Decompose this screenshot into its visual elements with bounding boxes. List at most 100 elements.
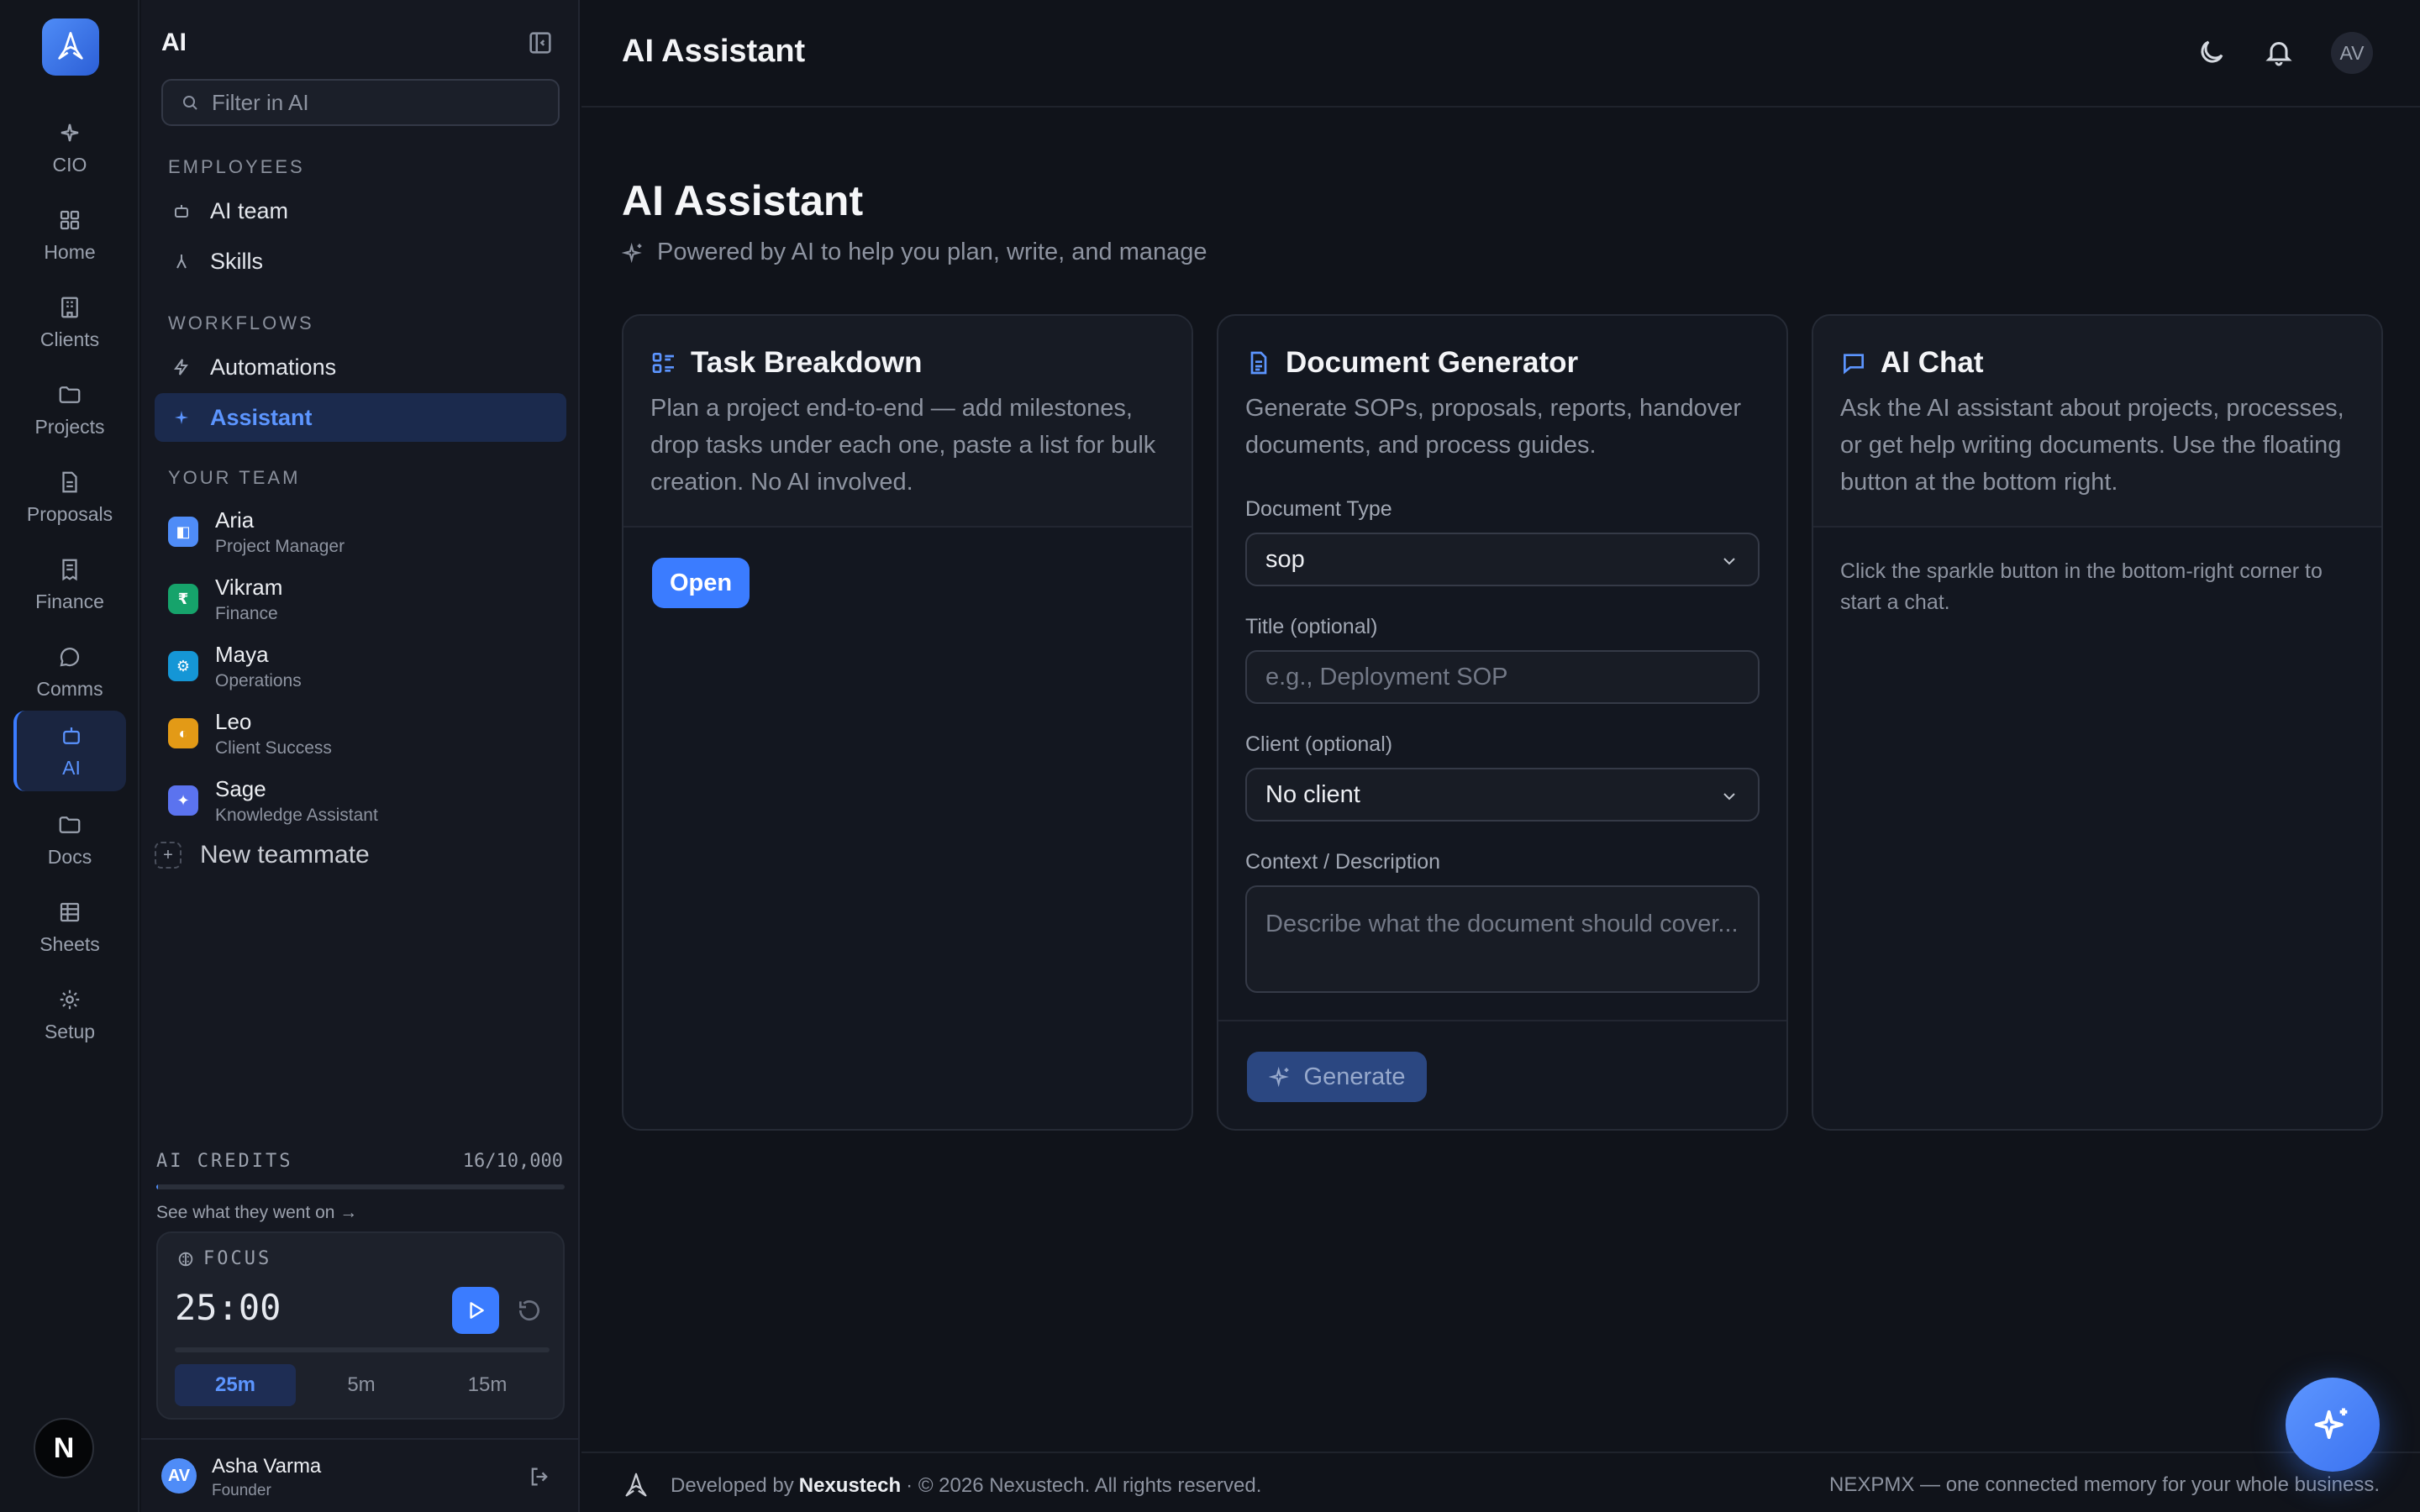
rail-item-docs[interactable]: Docs: [13, 800, 126, 880]
page-subtitle: Powered by AI to help you plan, write, a…: [622, 239, 1207, 266]
focus-label-text: FOCUS: [203, 1248, 272, 1269]
reset-icon[interactable]: [516, 1297, 543, 1324]
rail-item-ai[interactable]: AI: [13, 711, 126, 791]
table-icon: [60, 902, 80, 921]
generate-button[interactable]: Generate: [1247, 1052, 1427, 1102]
ai-chat-fab[interactable]: [2286, 1378, 2380, 1472]
rail-item-finance[interactable]: Finance: [13, 544, 126, 625]
teammate-role: Client Success: [215, 738, 332, 758]
filter-input[interactable]: [212, 89, 548, 116]
nav-label: Automations: [210, 354, 337, 380]
open-button[interactable]: Open: [652, 558, 750, 608]
rail-label: Setup: [44, 1020, 96, 1042]
top-avatar[interactable]: AV: [2331, 32, 2373, 74]
teammate-leo[interactable]: ◐ Leo Client Success: [168, 702, 563, 764]
card-divider: [1218, 1020, 1786, 1021]
filter-box[interactable]: [161, 79, 560, 126]
context-textarea[interactable]: Describe what the document should cover.…: [1245, 885, 1760, 993]
task-breakdown-card: Task Breakdown Plan a project end-to-end…: [622, 314, 1193, 1131]
teammate-name: Sage: [215, 775, 266, 801]
document-icon: [62, 471, 77, 492]
card-title: Document Generator: [1245, 346, 1578, 380]
chevron-down-icon: [1723, 793, 1735, 801]
rail-item-clients[interactable]: Clients: [13, 282, 126, 363]
credits-usage-link[interactable]: See what they went on →: [156, 1203, 357, 1223]
context-placeholder: Describe what the document should cover.…: [1265, 911, 1739, 937]
sparkles-icon: [2314, 1408, 2348, 1440]
rail-item-sheets[interactable]: Sheets: [13, 887, 126, 968]
rail-label: Clients: [39, 328, 100, 350]
ai-side-panel: AI EMPLOYEES AI team Skills WORKFLOWS Au…: [141, 0, 580, 1512]
rail-item-proposals[interactable]: Proposals: [13, 457, 126, 538]
card-title: AI Chat: [1840, 346, 1984, 380]
gear-icon: [60, 990, 80, 1009]
teammate-vikram[interactable]: ₹ Vikram Finance: [168, 568, 563, 630]
footer-tagline: NEXPMX — one connected memory for your w…: [1829, 1473, 2380, 1496]
footer-brand[interactable]: Nexustech: [799, 1474, 901, 1498]
teammate-avatar: ✦: [168, 785, 198, 816]
app-logo[interactable]: [42, 18, 99, 76]
teammate-sage[interactable]: ✦ Sage Knowledge Assistant: [168, 769, 563, 832]
building-icon: [61, 297, 78, 318]
brain-icon: [178, 1252, 193, 1266]
teammate-avatar: ◧: [168, 517, 198, 547]
search-icon: [183, 96, 197, 110]
rocket-logo-icon: [58, 32, 83, 60]
rail-label: Comms: [36, 677, 103, 700]
play-icon: [470, 1302, 484, 1319]
ai-credits-bar: [156, 1184, 565, 1189]
user-avatar[interactable]: AV: [161, 1458, 197, 1494]
focus-time: 25:00: [175, 1287, 281, 1328]
rail-label: Home: [44, 240, 96, 263]
document-type-value: sop: [1265, 545, 1305, 573]
preset-5m[interactable]: 5m: [301, 1364, 422, 1406]
collapse-sidebar-icon[interactable]: [526, 29, 555, 57]
client-value: No client: [1265, 780, 1360, 808]
focus-timer: FOCUS 25:00 25m 5m 15m: [156, 1231, 565, 1420]
client-label: Client (optional): [1245, 732, 1393, 756]
teammate-role: Project Manager: [215, 536, 345, 556]
bell-icon[interactable]: [2264, 37, 2294, 67]
document-type-select[interactable]: sop: [1245, 533, 1760, 586]
title-placeholder: e.g., Deployment SOP: [1265, 663, 1508, 690]
list-checks-icon: [652, 353, 674, 373]
teammate-maya[interactable]: ⚙ Maya Operations: [168, 635, 563, 697]
rail-label: Finance: [35, 590, 104, 612]
doc-card-description: Generate SOPs, proposals, reports, hando…: [1245, 395, 1741, 459]
sparkle-icon: [175, 411, 188, 424]
section-employees: EMPLOYEES: [168, 156, 305, 177]
sparkles-icon: [1268, 1066, 1289, 1088]
preset-15m[interactable]: 15m: [427, 1364, 548, 1406]
document-type-label: Document Type: [1245, 497, 1392, 521]
new-teammate-label: New teammate: [200, 841, 370, 869]
context-label: Context / Description: [1245, 850, 1441, 874]
nav-automations[interactable]: Automations: [155, 343, 566, 391]
play-button[interactable]: [452, 1287, 499, 1334]
rocket-logo-icon: [625, 1473, 647, 1497]
n-badge[interactable]: N: [34, 1418, 94, 1478]
page-footer: Developed by Nexustech · © 2026 Nexustec…: [581, 1452, 2420, 1512]
rail-label: Docs: [47, 845, 92, 868]
grid-icon: [60, 210, 80, 229]
teammate-aria[interactable]: ◧ Aria Project Manager: [168, 501, 563, 563]
section-team: YOUR TEAM: [168, 467, 301, 488]
rail-item-projects[interactable]: Projects: [13, 370, 126, 450]
logout-icon[interactable]: [528, 1465, 551, 1488]
moon-icon[interactable]: [2196, 37, 2227, 67]
topbar-title: AI Assistant: [622, 34, 806, 69]
new-teammate-button[interactable]: + New teammate: [155, 832, 370, 879]
client-select[interactable]: No client: [1245, 768, 1760, 822]
folder-icon: [59, 816, 81, 833]
chat-bubble-icon: [1844, 354, 1864, 375]
rail-item-setup[interactable]: Setup: [13, 974, 126, 1055]
nav-assistant[interactable]: Assistant: [155, 393, 566, 442]
nav-ai-team[interactable]: AI team: [155, 186, 566, 235]
preset-25m[interactable]: 25m: [175, 1364, 296, 1406]
rail-item-home[interactable]: Home: [13, 195, 126, 276]
nav-skills[interactable]: Skills: [155, 237, 566, 286]
rail-item-cio[interactable]: CIO: [13, 108, 126, 188]
user-name: Asha Varma: [212, 1455, 322, 1478]
generate-label: Generate: [1303, 1063, 1406, 1090]
rail-item-comms[interactable]: Comms: [13, 632, 126, 712]
title-input[interactable]: e.g., Deployment SOP: [1245, 650, 1760, 704]
